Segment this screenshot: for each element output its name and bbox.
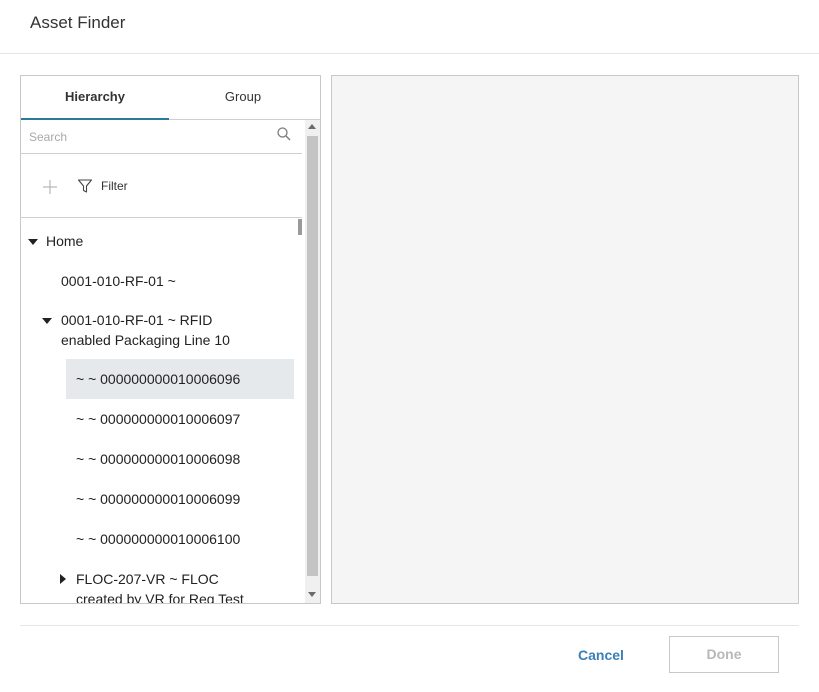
tree-node-label-line1: FLOC-207-VR ~ FLOC — [76, 571, 219, 587]
tree-node-child[interactable]: ~ ~ 000000000010006100 — [76, 529, 240, 549]
tab-hierarchy[interactable]: Hierarchy — [21, 76, 169, 120]
dialog-header: Asset Finder — [0, 0, 819, 54]
tree-node-floc[interactable]: FLOC-207-VR ~ FLOC created by VR for Reg… — [76, 569, 244, 603]
tree-node-home[interactable]: Home — [46, 231, 83, 251]
vertical-scrollbar[interactable] — [305, 120, 320, 603]
search-input[interactable] — [29, 126, 269, 148]
scroll-up-icon[interactable] — [308, 124, 316, 129]
done-button[interactable]: Done — [669, 636, 779, 673]
dialog-title: Asset Finder — [30, 13, 126, 32]
scrollbar-thumb[interactable] — [307, 136, 318, 576]
asset-finder-dialog: Asset Finder Hierarchy Group Search Filt… — [0, 0, 819, 692]
tree-node-label-line2: enabled Packaging Line 10 — [61, 332, 230, 348]
filter-button[interactable]: Filter — [77, 176, 128, 196]
tab-group[interactable]: Group — [169, 76, 317, 120]
tree-node-0001-010-rf-01[interactable]: 0001-010-RF-01 ~ — [61, 271, 176, 291]
footer-divider — [20, 625, 799, 626]
search-icon[interactable] — [276, 126, 292, 142]
tree-node-child[interactable]: ~ ~ 000000000010006098 — [76, 449, 240, 469]
tree-node-label-line1: 0001-010-RF-01 ~ RFID — [61, 312, 213, 328]
filter-icon — [77, 178, 93, 194]
tree-node-child[interactable]: ~ ~ 000000000010006096 — [76, 369, 240, 389]
tab-bar: Hierarchy Group — [21, 76, 320, 120]
tree-scroll-indicator — [298, 219, 302, 235]
tree-node-rfid-line[interactable]: 0001-010-RF-01 ~ RFID enabled Packaging … — [61, 310, 230, 350]
expand-caret-icon[interactable] — [60, 574, 66, 584]
tree-node-child[interactable]: ~ ~ 000000000010006097 — [76, 409, 240, 429]
tree-node-label-line2: created by VR for Reg Test — [76, 591, 244, 603]
cancel-button[interactable]: Cancel — [560, 637, 642, 673]
details-panel — [331, 75, 799, 604]
collapse-caret-icon[interactable] — [28, 239, 38, 245]
hierarchy-tree: Home 0001-010-RF-01 ~ 0001-010-RF-01 ~ R… — [21, 219, 302, 603]
hierarchy-panel: Hierarchy Group Search Filter Home 0001-… — [20, 75, 321, 604]
hierarchy-scroll-area: Filter Home 0001-010-RF-01 ~ 0001-010-RF… — [21, 120, 306, 603]
scroll-down-icon[interactable] — [308, 592, 316, 597]
collapse-caret-icon[interactable] — [42, 318, 52, 324]
filter-label: Filter — [101, 179, 128, 193]
search-row — [21, 120, 302, 154]
tree-toolbar: Filter — [21, 154, 302, 218]
add-icon[interactable] — [41, 178, 59, 196]
tree-node-child[interactable]: ~ ~ 000000000010006099 — [76, 489, 240, 509]
